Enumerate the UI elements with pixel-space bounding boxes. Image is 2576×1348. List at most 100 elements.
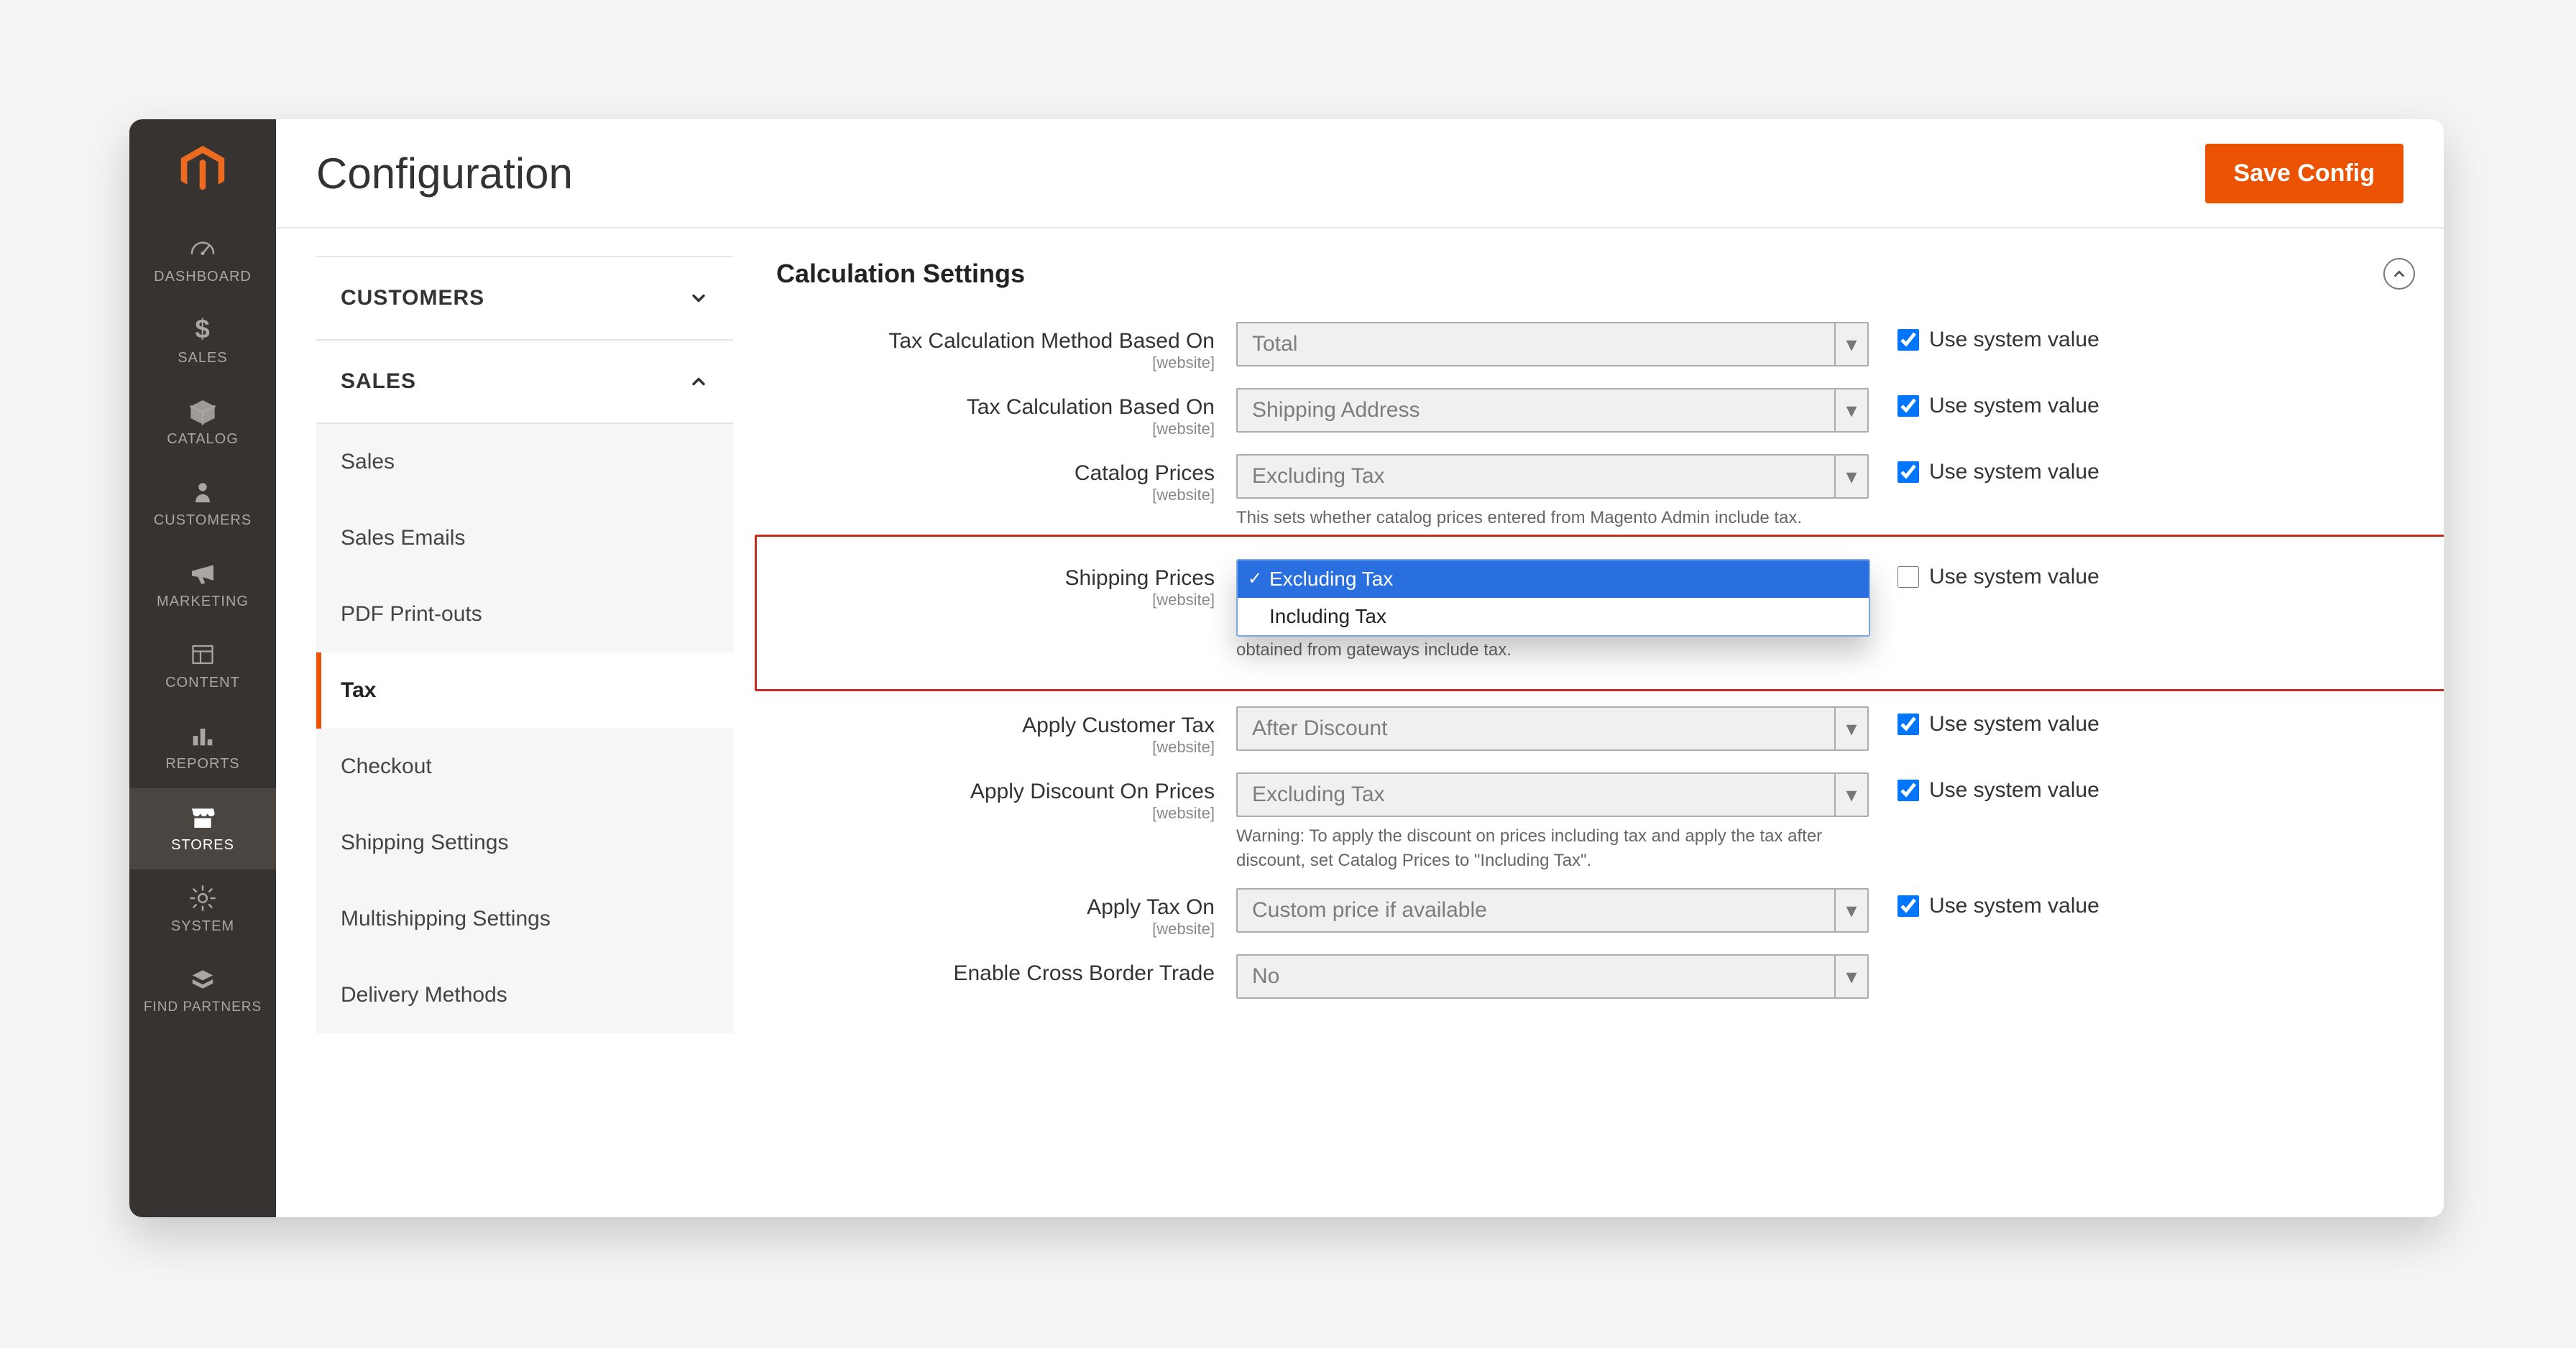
rail-label: REPORTS [165, 756, 239, 772]
group-security-cut[interactable]: SECURITY [316, 228, 733, 257]
field-cross-border: Enable Cross Border Trade No▾ [776, 938, 2415, 999]
use-system-apply-on[interactable]: Use system value [1898, 888, 2099, 918]
rail-content[interactable]: CONTENT [129, 626, 276, 707]
subnav-sales[interactable]: Sales [316, 424, 733, 500]
rail-system[interactable]: SYSTEM [129, 869, 276, 951]
caret-icon: ▾ [1834, 708, 1867, 749]
use-system-customer-tax[interactable]: Use system value [1898, 706, 2099, 737]
rail-stores[interactable]: STORES [129, 788, 276, 869]
subnav-checkout[interactable]: Checkout [316, 729, 733, 805]
subnav-delivery[interactable]: Delivery Methods [316, 957, 733, 1033]
barchart-icon [185, 720, 221, 752]
caret-icon: ▾ [1834, 956, 1867, 997]
gear-icon [185, 882, 221, 914]
select-value: Excluding Tax [1252, 783, 1385, 807]
main: Configuration Save Config SECURITY CUSTO… [276, 119, 2444, 1217]
svg-text:$: $ [195, 314, 210, 343]
scope-label: [website] [776, 804, 1215, 823]
rail-marketing[interactable]: MARKETING [129, 545, 276, 626]
subnav-multishipping[interactable]: Multishipping Settings [316, 881, 733, 957]
layout-icon [185, 639, 221, 670]
dashboard-icon [185, 233, 221, 264]
rail-label: SYSTEM [171, 918, 234, 935]
use-system-discount[interactable]: Use system value [1898, 772, 2099, 803]
section-title: Calculation Settings [776, 259, 1025, 289]
rail-partners[interactable]: FIND PARTNERS [129, 951, 276, 1015]
use-system-checkbox[interactable] [1898, 895, 1919, 917]
group-label: SALES [341, 369, 416, 394]
field-based-on: Tax Calculation Based On[website] Shippi… [776, 372, 2415, 438]
field-apply-tax-on: Apply Tax On[website] Custom price if av… [776, 872, 2415, 938]
rail-dashboard[interactable]: DASHBOARD [129, 220, 276, 301]
apply-tax-on-select[interactable]: Custom price if available▾ [1236, 888, 1869, 933]
subnav-pdf[interactable]: PDF Print-outs [316, 576, 733, 652]
page-title: Configuration [316, 149, 573, 198]
option-excluding-tax[interactable]: Excluding Tax [1238, 560, 1869, 598]
field-label: Apply Tax On [776, 895, 1215, 920]
topbar: Configuration Save Config [276, 119, 2444, 227]
customer-tax-select[interactable]: After Discount ▾ [1236, 706, 1869, 751]
subnav-shipping-settings[interactable]: Shipping Settings [316, 805, 733, 881]
field-label: Tax Calculation Method Based On [776, 329, 1215, 354]
field-label: Enable Cross Border Trade [776, 961, 1215, 986]
group-customers[interactable]: CUSTOMERS [316, 257, 733, 341]
subnav-sales-emails[interactable]: Sales Emails [316, 500, 733, 576]
discount-select[interactable]: Excluding Tax▾ [1236, 772, 1869, 817]
use-system-based-on[interactable]: Use system value [1898, 388, 2099, 418]
admin-window: DASHBOARD $ SALES CATALOG CUSTOMERS MARK… [129, 119, 2444, 1217]
rail-sales[interactable]: $ SALES [129, 301, 276, 382]
dollar-icon: $ [185, 314, 221, 346]
box-icon [185, 395, 221, 427]
rail-label: CATALOG [167, 431, 239, 448]
option-including-tax[interactable]: Including Tax [1238, 598, 1869, 635]
field-label: Apply Discount On Prices [776, 780, 1215, 804]
chevron-up-icon [2391, 266, 2407, 282]
field-tax-method: Tax Calculation Method Based On[website]… [776, 306, 2415, 372]
use-system-checkbox[interactable] [1898, 329, 1919, 351]
use-system-checkbox[interactable] [1898, 461, 1919, 483]
use-system-method[interactable]: Use system value [1898, 322, 2099, 352]
magento-logo [129, 119, 276, 220]
tax-method-select[interactable]: Total ▾ [1236, 322, 1869, 366]
save-config-button[interactable]: Save Config [2205, 144, 2404, 203]
rail-label: STORES [171, 837, 234, 854]
shipping-prices-dropdown[interactable]: Excluding Tax Including Tax [1236, 559, 1870, 637]
rail-catalog[interactable]: CATALOG [129, 382, 276, 463]
field-discount: Apply Discount On Prices[website] Exclud… [776, 757, 2415, 872]
rail-label: MARKETING [157, 594, 249, 610]
subnav-tax[interactable]: Tax [316, 652, 733, 729]
caret-icon: ▾ [1834, 456, 1867, 497]
rail-reports[interactable]: REPORTS [129, 707, 276, 788]
field-label: Shipping Prices [776, 566, 1215, 591]
caret-icon: ▾ [1834, 323, 1867, 365]
partners-icon [185, 964, 221, 995]
field-shipping-prices: Shipping Prices[website] Excluding Tax I… [776, 543, 2415, 663]
field-catalog-prices: Catalog Prices[website] Excluding Tax▾ T… [776, 438, 2415, 530]
person-icon [185, 476, 221, 508]
based-on-select[interactable]: Shipping Address▾ [1236, 388, 1869, 433]
cross-border-select[interactable]: No▾ [1236, 954, 1869, 999]
rail-label: FIND PARTNERS [144, 1000, 262, 1015]
rail-label: CUSTOMERS [154, 512, 252, 529]
use-system-shipping[interactable]: Use system value [1898, 559, 2099, 589]
catalog-prices-select[interactable]: Excluding Tax▾ [1236, 454, 1869, 499]
group-label: CUSTOMERS [341, 286, 484, 310]
collapse-section-button[interactable] [2383, 258, 2415, 290]
field-note: Warning: To apply the discount on prices… [1236, 817, 1854, 872]
rail-customers[interactable]: CUSTOMERS [129, 463, 276, 545]
use-system-checkbox[interactable] [1898, 395, 1919, 417]
sales-subnav: Sales Sales Emails PDF Print-outs Tax Ch… [316, 424, 733, 1033]
use-system-checkbox[interactable] [1898, 780, 1919, 801]
group-sales[interactable]: SALES [316, 341, 733, 424]
rail-label: CONTENT [165, 675, 240, 691]
use-system-checkbox[interactable] [1898, 714, 1919, 735]
field-label: Apply Customer Tax [776, 714, 1215, 738]
use-system-catalog[interactable]: Use system value [1898, 454, 2099, 484]
scope-label: [website] [776, 420, 1215, 438]
use-system-checkbox[interactable] [1898, 566, 1919, 588]
select-value: After Discount [1252, 716, 1387, 741]
admin-rail: DASHBOARD $ SALES CATALOG CUSTOMERS MARK… [129, 119, 276, 1217]
config-sidebar: SECURITY CUSTOMERS SALES Sales Sales Ema… [276, 227, 733, 1217]
field-label: Catalog Prices [776, 461, 1215, 486]
chevron-up-icon [689, 371, 709, 392]
